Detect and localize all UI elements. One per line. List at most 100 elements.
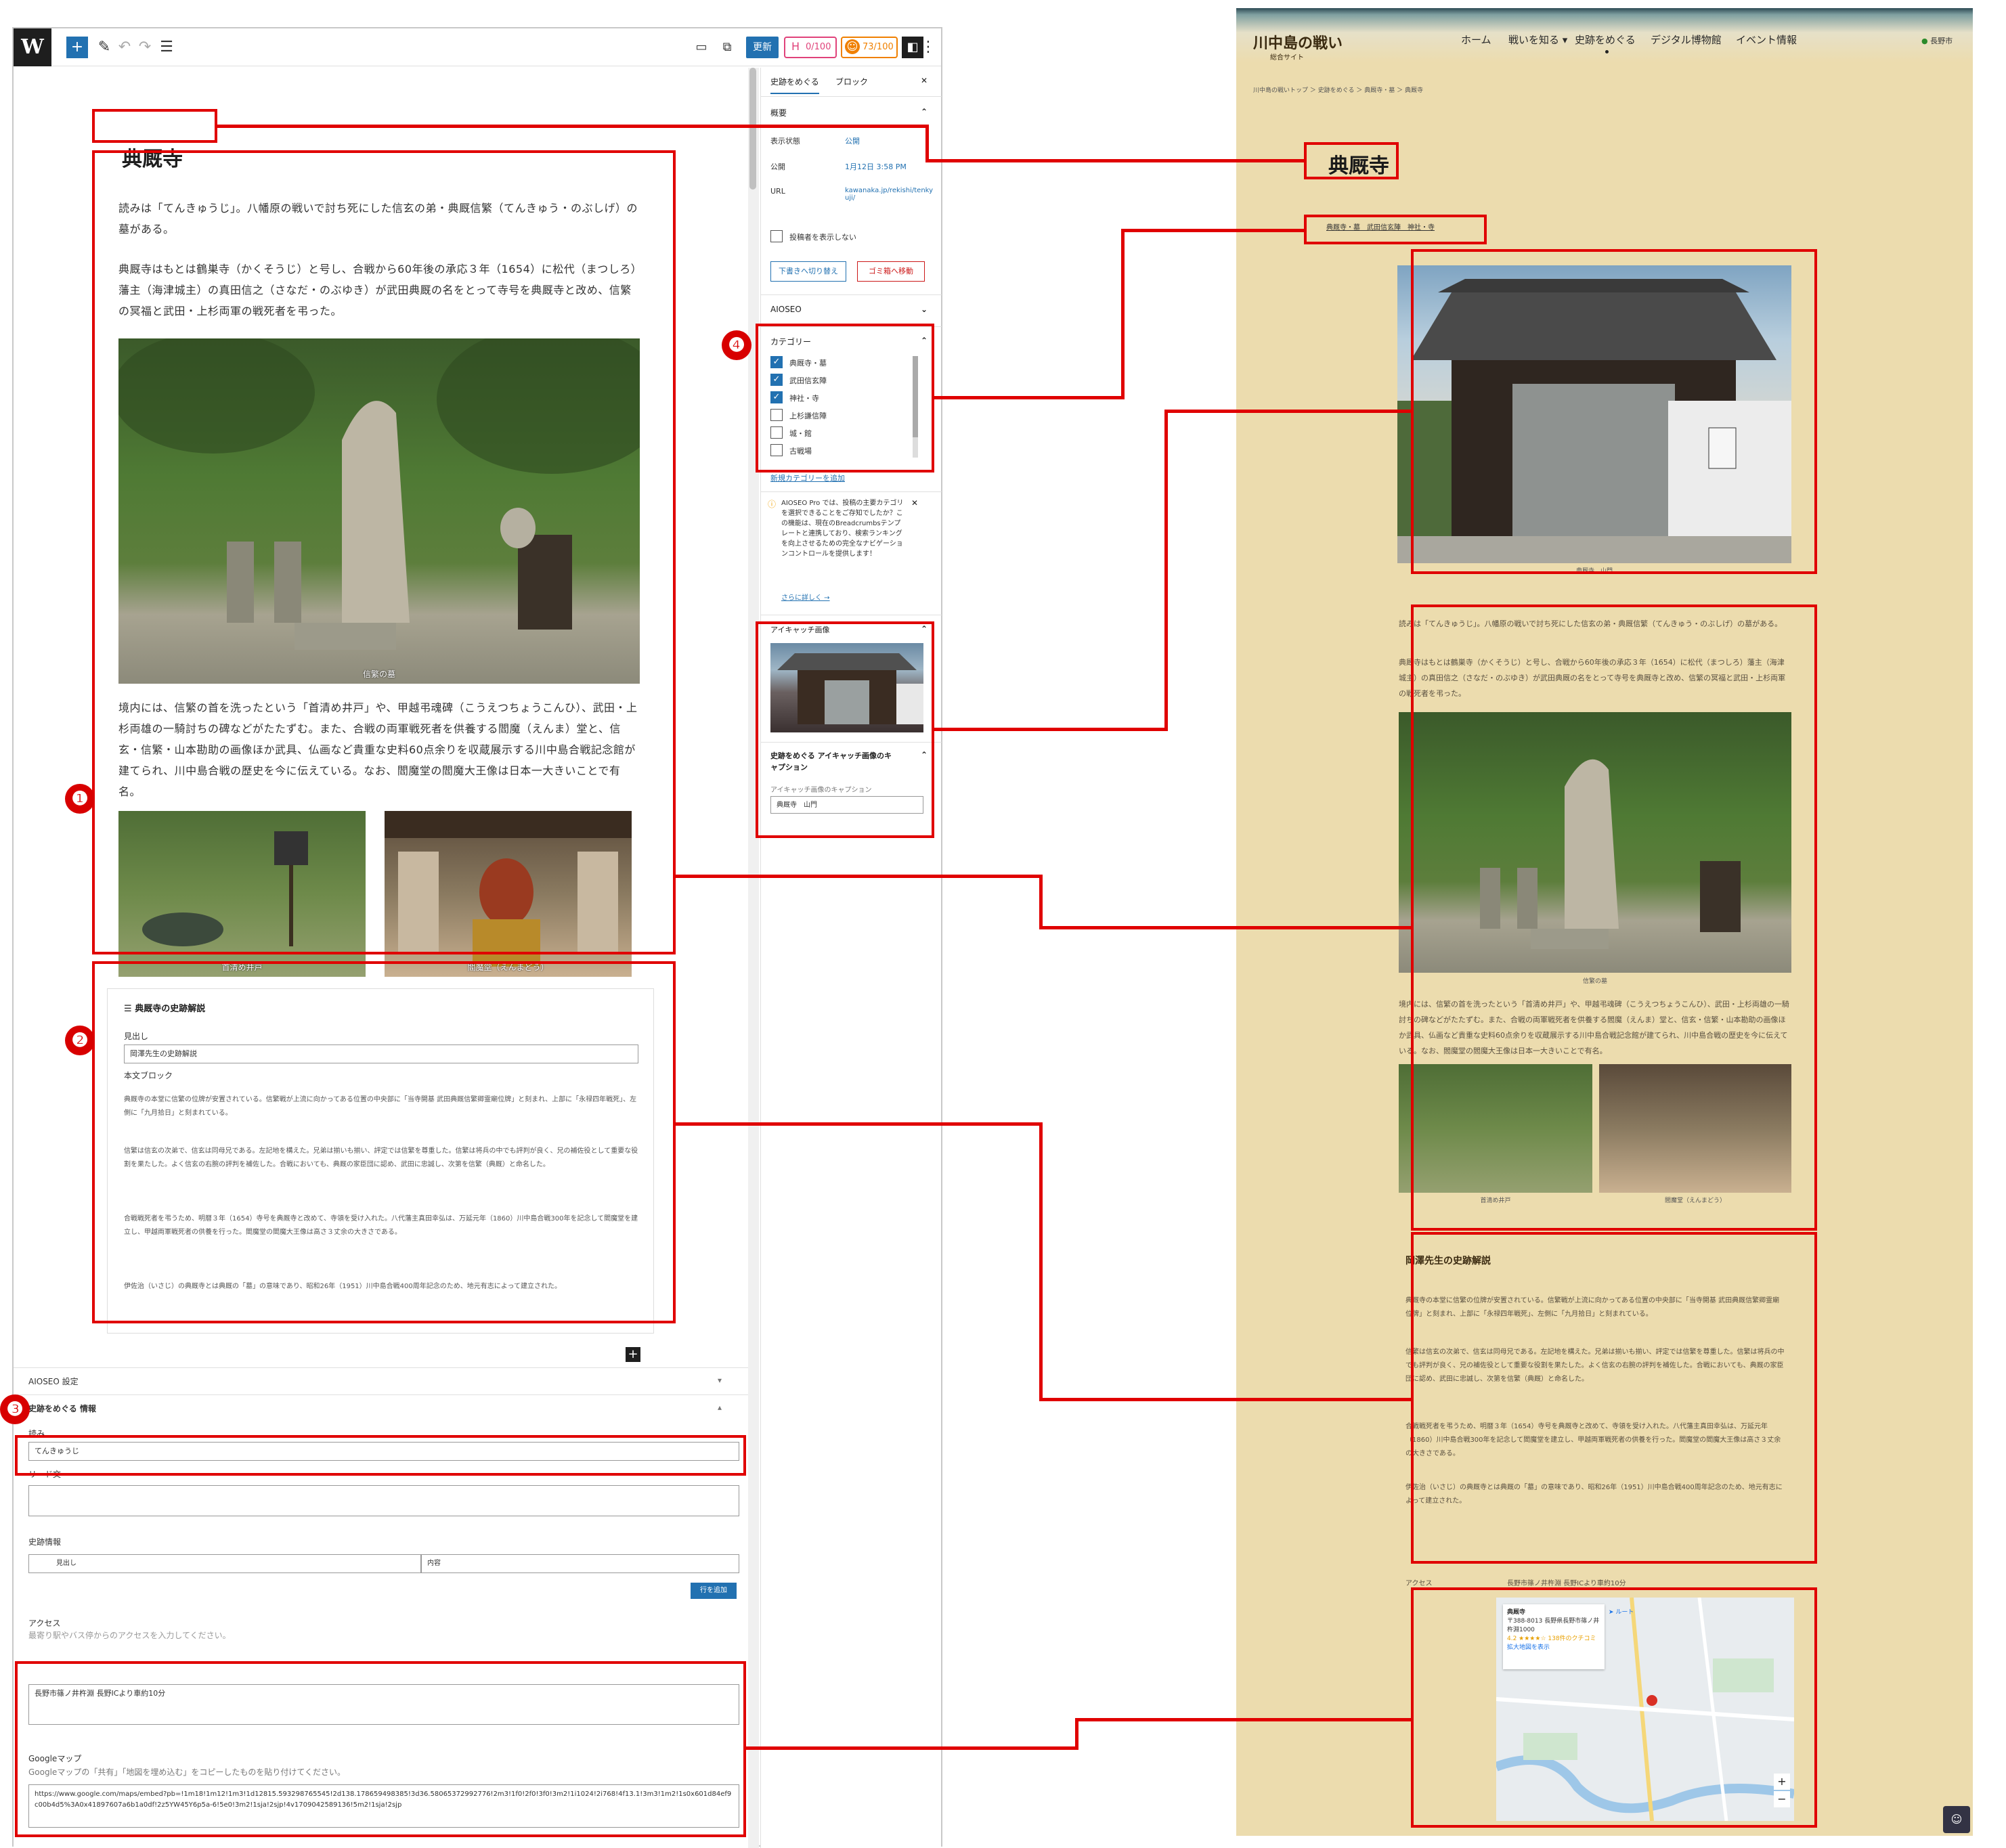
commentary-body-2[interactable]: 信繁は信玄の次弟で、信玄は同母兄である。左記地を構えた。兄弟は揃いも揃い、評定で… bbox=[124, 1145, 638, 1172]
chevron-up-icon[interactable]: ⌃ bbox=[921, 624, 928, 634]
google-map-embed[interactable]: 典厩寺 〒388-8013 長野県長野市篠ノ井杵淵1000 4.2 ★★★★☆ … bbox=[1496, 1598, 1794, 1821]
connector-line bbox=[1039, 1122, 1043, 1400]
scrollbar-thumb[interactable] bbox=[913, 356, 918, 437]
post-title[interactable]: 典厩寺 bbox=[122, 142, 183, 172]
body-label: 本文ブロック bbox=[124, 1071, 173, 1080]
add-block-button[interactable]: + bbox=[66, 37, 88, 58]
nav-learn-battle[interactable]: 戦いを知る ▾ bbox=[1508, 32, 1567, 47]
more-vertical-icon[interactable]: ⋮ bbox=[921, 37, 936, 58]
notice-text: AIOSEO Pro では、投稿の主要カテゴリを選択できることをご存知でしたか？… bbox=[781, 500, 904, 558]
commentary-body-4[interactable]: 伊佐治（いさじ）の典厩寺とは典厩の「墓」の意味であり、昭和26年（1951）川中… bbox=[124, 1280, 638, 1294]
nav-home[interactable]: ホーム bbox=[1461, 32, 1491, 47]
aioseo-icon: ☺ bbox=[845, 39, 860, 54]
category-checkbox[interactable] bbox=[770, 444, 783, 456]
move-to-trash-button[interactable]: ゴミ箱へ移動 bbox=[857, 261, 925, 282]
site-logo[interactable]: 川中島の戦い bbox=[1253, 31, 1343, 53]
category-checkbox[interactable] bbox=[770, 409, 783, 421]
category-checkbox[interactable]: ✓ bbox=[770, 356, 783, 368]
aioseo-settings-toggle[interactable]: AIOSEO 設定 bbox=[28, 1376, 79, 1387]
map-route-link[interactable]: ➤ ルート bbox=[1609, 1607, 1634, 1616]
eyecatch-panel-heading[interactable]: アイキャッチ画像 bbox=[770, 624, 829, 635]
commentary-body-3[interactable]: 合戦戦死者を弔うため、明暦３年（1654）寺号を典厩寺と改めて、寺領を受け入れた… bbox=[124, 1212, 638, 1239]
lead-textarea[interactable] bbox=[28, 1485, 739, 1516]
connector-line bbox=[1164, 410, 1168, 731]
tab-block[interactable]: ブロック bbox=[835, 76, 868, 87]
close-icon[interactable]: ✕ bbox=[911, 498, 918, 508]
site-commentary-2: 信繁は信玄の次弟で、信玄は同母兄である。左記地を構えた。兄弟は揃いも揃い、評定で… bbox=[1405, 1348, 1785, 1383]
category-scrollbar[interactable] bbox=[913, 356, 918, 458]
caption-panel-heading[interactable]: 史跡をめぐる アイキャッチ画像のキャプション bbox=[770, 750, 899, 773]
access-textarea[interactable]: 長野市篠ノ井杵淵 長野ICより車約10分 bbox=[28, 1684, 739, 1725]
category-checkbox[interactable]: ✓ bbox=[770, 374, 783, 386]
chevron-up-icon[interactable]: ⌃ bbox=[921, 107, 928, 116]
breadcrumb[interactable]: 川中島の戦いトップ ＞ 史跡をめぐる ＞ 典厩寺・墓 ＞ 典厩寺 bbox=[1253, 85, 1423, 94]
commentary-body-1[interactable]: 典厩寺の本堂に信繁の位牌が安置されている。信繁戦が上流に向かってある位置の中央部… bbox=[124, 1093, 638, 1120]
meta-box-title[interactable]: 史跡をめぐる 情報 bbox=[28, 1403, 96, 1414]
hide-author-checkbox[interactable] bbox=[770, 230, 783, 242]
chevron-down-icon[interactable]: ▾ bbox=[718, 1376, 722, 1385]
zoom-out-button[interactable]: − bbox=[1774, 1791, 1790, 1807]
nav-historic-sites[interactable]: 史跡をめぐる bbox=[1575, 32, 1636, 47]
external-link-icon[interactable]: ⧉ bbox=[718, 37, 737, 58]
commentary-heading-input[interactable]: 岡澤先生の史跡解説 bbox=[124, 1044, 638, 1063]
caption-input[interactable]: 典厩寺 山門 bbox=[770, 796, 923, 814]
switch-to-draft-button[interactable]: 下書きへ切り替え bbox=[770, 261, 846, 282]
category-links[interactable]: 典厩寺・墓 武田信玄陣 神社・寺 bbox=[1326, 221, 1435, 232]
status-value[interactable]: 公開 bbox=[845, 135, 860, 146]
editor-scrollbar[interactable] bbox=[748, 68, 759, 1848]
chevron-up-icon[interactable]: ⌃ bbox=[921, 750, 928, 760]
eyecatch-thumbnail[interactable] bbox=[770, 643, 923, 732]
close-icon[interactable]: ✕ bbox=[921, 76, 928, 85]
chevron-down-icon[interactable]: ⌄ bbox=[921, 305, 928, 314]
desktop-icon[interactable]: ▭ bbox=[692, 37, 711, 58]
gmap-description: Googleマップの「共有」「地図を埋め込む」をコピーしたものを貼り付けてくださ… bbox=[28, 1767, 345, 1777]
site-well-caption: 首清め井戸 bbox=[1480, 1197, 1511, 1204]
map-enlarge-link[interactable]: 拡大地図を表示 bbox=[1507, 1644, 1600, 1652]
category-checkbox[interactable]: ✓ bbox=[770, 391, 783, 403]
pencil-icon[interactable]: ✎ bbox=[96, 37, 112, 58]
tab-post[interactable]: 史跡をめぐる bbox=[770, 76, 819, 94]
add-category-link[interactable]: 新規カテゴリーを追加 bbox=[770, 472, 845, 483]
publish-label: 公開 bbox=[770, 162, 785, 171]
learn-more-link[interactable]: さらに詳しく → bbox=[781, 592, 830, 602]
gmap-textarea[interactable]: https://www.google.com/maps/embed?pb=!1m… bbox=[28, 1784, 739, 1828]
chevron-up-icon[interactable]: ⌃ bbox=[921, 336, 928, 345]
well-photo[interactable]: 首清め井戸 bbox=[118, 811, 366, 977]
map-rating: 4.2 ★★★★☆ 138件のクチコミ bbox=[1507, 1635, 1596, 1642]
zoom-in-button[interactable]: + bbox=[1774, 1774, 1790, 1790]
category-panel-heading[interactable]: カテゴリー bbox=[770, 336, 811, 347]
update-button[interactable]: 更新 bbox=[746, 37, 779, 58]
login-link[interactable]: ● 長野市 bbox=[1921, 35, 1953, 46]
add-row-button[interactable]: 行を追加 bbox=[691, 1583, 737, 1599]
category-label: 古戦場 bbox=[789, 447, 812, 456]
paragraph-1[interactable]: 読みは「てんきゅうじ」。八幡原の戦いで討ち死にした信玄の弟・典厩信繁（てんきゅう… bbox=[118, 198, 640, 240]
paragraph-3[interactable]: 境内には、信繁の首を洗ったという「首清め井戸」や、甲越弔魂碑（こうえつちょうこん… bbox=[118, 697, 640, 802]
aioseo-panel-heading[interactable]: AIOSEO bbox=[770, 305, 802, 314]
info-content-input[interactable]: 内容 bbox=[421, 1554, 739, 1573]
nav-digital-museum[interactable]: デジタル博物館 bbox=[1651, 32, 1722, 47]
wordpress-icon[interactable]: W bbox=[14, 28, 51, 66]
redo-icon[interactable]: ↷ bbox=[137, 37, 153, 58]
aioseo-score-button[interactable]: ☺ 73/100 bbox=[841, 37, 898, 58]
nav-active-indicator bbox=[1605, 50, 1609, 53]
scrollbar-thumb[interactable] bbox=[749, 68, 756, 190]
category-label: 城・館 bbox=[789, 429, 812, 438]
summary-heading[interactable]: 概要 bbox=[770, 107, 787, 118]
seo-score-button[interactable]: H 0/100 bbox=[784, 37, 837, 58]
yomi-input[interactable]: てんきゅうじ bbox=[28, 1442, 739, 1461]
category-checkbox[interactable] bbox=[770, 426, 783, 439]
mascot-icon[interactable]: ☺ bbox=[1943, 1806, 1970, 1833]
publish-value[interactable]: 1月12日 3:58 PM bbox=[845, 161, 907, 172]
site-commentary-1: 典厩寺の本堂に信繁の位牌が安置されている。信繁戦が上流に向かってある位置の中央部… bbox=[1405, 1297, 1780, 1318]
paragraph-2[interactable]: 典厩寺はもとは鶴巣寺（かくそうじ）と号し、合戦から60年後の承応３年（1654）… bbox=[118, 259, 640, 322]
list-view-icon[interactable]: ☰ bbox=[158, 37, 175, 58]
enma-hall-photo[interactable]: 閻魔堂（えんまどう） bbox=[385, 811, 632, 977]
chevron-up-icon[interactable]: ▴ bbox=[718, 1403, 722, 1412]
grave-photo[interactable]: 信繁の墓 bbox=[118, 338, 640, 684]
inserter-plus-icon[interactable]: + bbox=[626, 1347, 640, 1362]
nav-events[interactable]: イベント情報 bbox=[1736, 32, 1797, 47]
undo-icon[interactable]: ↶ bbox=[116, 37, 133, 58]
commentary-block[interactable]: ☰ 典厩寺の史跡解説 見出し 岡澤先生の史跡解説 本文ブロック 典厩寺の本堂に信… bbox=[107, 988, 654, 1334]
info-heading-input[interactable]: 見出し bbox=[28, 1554, 421, 1573]
url-value[interactable]: kawanaka.jp/rekishi/tenkyuji/ bbox=[845, 187, 933, 202]
